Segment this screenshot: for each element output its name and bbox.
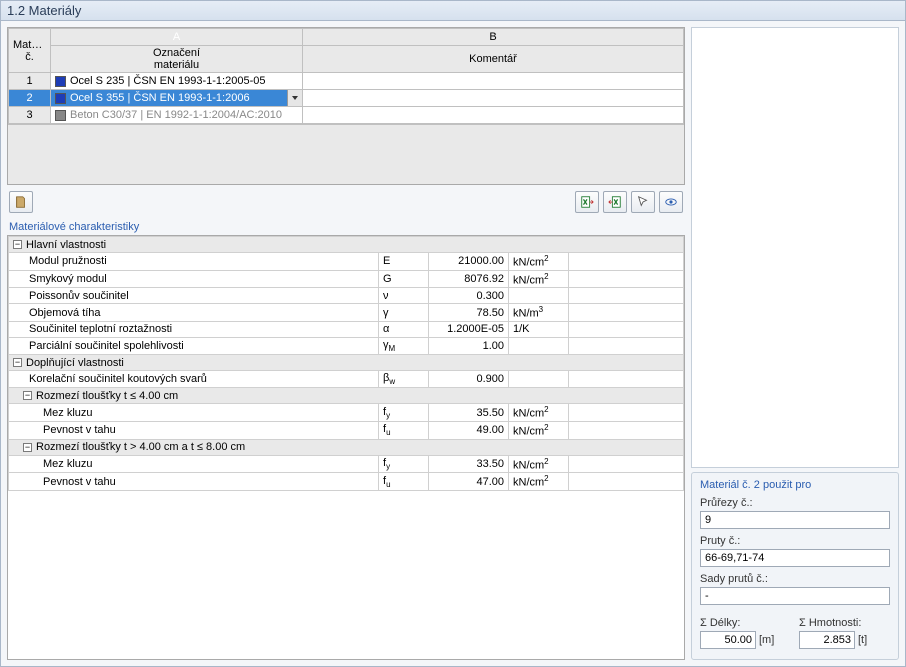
used-in-panel: Materiál č. 2 použit pro Průřezy č.: Pru… <box>691 472 899 660</box>
right-pane: Materiál č. 2 použit pro Průřezy č.: Pru… <box>691 27 899 660</box>
preview-area <box>691 27 899 468</box>
sum-mass-field[interactable] <box>799 631 855 649</box>
book-icon <box>14 195 28 209</box>
collapse-icon[interactable]: − <box>23 391 32 400</box>
prop-row: Mez kluzufy35.50kN/cm2 <box>9 404 684 422</box>
sets-field[interactable] <box>700 587 890 605</box>
sum-mass-label: Σ Hmotnosti: <box>799 617 890 629</box>
prop-row: Modul pružnostiE21000.00kN/cm2 <box>9 253 684 271</box>
prop-row: Korelační součinitel koutových svarůβw0.… <box>9 371 684 388</box>
sets-label: Sady prutů č.: <box>700 573 890 585</box>
color-swatch-icon <box>55 110 66 121</box>
cursor-icon <box>636 195 650 209</box>
grid-corner: Materiálč. <box>9 29 51 73</box>
excel-import-icon <box>580 195 594 209</box>
export-excel-button[interactable] <box>603 191 627 213</box>
grid-empty-area <box>8 124 684 184</box>
sections-label: Průřezy č.: <box>700 497 890 509</box>
prop-row: Pevnost v tahufu47.00kN/cm2 <box>9 473 684 491</box>
sections-field[interactable] <box>700 511 890 529</box>
material-dropdown-button[interactable] <box>287 90 302 106</box>
material-row[interactable]: 3 Beton C30/37 | EN 1992-1-1:2004/AC:201… <box>9 107 684 124</box>
members-field[interactable] <box>700 549 890 567</box>
row-index: 3 <box>9 107 51 124</box>
eye-icon <box>664 195 678 209</box>
prop-row: Parciální součinitel spolehlivostiγM1.00 <box>9 337 684 354</box>
col-letter-a[interactable]: A <box>51 29 303 46</box>
pick-button[interactable] <box>631 191 655 213</box>
materials-window: 1.2 Materiály Materiálč. A <box>0 0 906 667</box>
prop-row: Mez kluzufy33.50kN/cm2 <box>9 455 684 473</box>
prop-row: Objemová tíhaγ78.50kN/m3 <box>9 304 684 322</box>
material-cell-selected[interactable]: Ocel S 355 | ČSN EN 1993-1-1:2006 <box>51 90 303 107</box>
col-header-comment: Komentář <box>303 46 684 73</box>
import-excel-button[interactable] <box>575 191 599 213</box>
material-properties-grid: −Hlavní vlastnosti Modul pružnostiE21000… <box>7 235 685 660</box>
material-row[interactable]: 2 Ocel S 355 | ČSN EN 1993-1-1:2006 <box>9 90 684 107</box>
comment-cell[interactable] <box>303 107 684 124</box>
excel-export-icon <box>608 195 622 209</box>
collapse-icon[interactable]: − <box>13 358 22 367</box>
comment-cell[interactable] <box>303 90 684 107</box>
sum-mass-unit: [t] <box>858 634 867 646</box>
sum-length-unit: [m] <box>759 634 774 646</box>
left-pane: Materiálč. A B Označenímateriálu Komentá… <box>7 27 685 660</box>
prop-row: Poissonův součinitelν0.300 <box>9 288 684 304</box>
group-row[interactable]: −Doplňující vlastnosti <box>9 355 684 371</box>
used-in-title: Materiál č. 2 použit pro <box>700 479 890 491</box>
collapse-icon[interactable]: − <box>13 240 22 249</box>
prop-row: Smykový modulG8076.92kN/cm2 <box>9 270 684 288</box>
subgroup-row[interactable]: −Rozmezí tloušťky t ≤ 4.00 cm <box>9 388 684 404</box>
prop-row: Pevnost v tahufu49.00kN/cm2 <box>9 422 684 440</box>
color-swatch-icon <box>55 93 66 104</box>
row-index: 2 <box>9 90 51 107</box>
library-button[interactable] <box>9 191 33 213</box>
group-row[interactable]: −Hlavní vlastnosti <box>9 237 684 253</box>
material-row[interactable]: 1 Ocel S 235 | ČSN EN 1993-1-1:2005-05 <box>9 73 684 90</box>
props-section-title: Materiálové charakteristiky <box>7 215 685 235</box>
content-area: Materiálč. A B Označenímateriálu Komentá… <box>1 21 905 666</box>
window-title: 1.2 Materiály <box>1 1 905 21</box>
sum-length-field[interactable] <box>700 631 756 649</box>
sum-length-label: Σ Délky: <box>700 617 791 629</box>
collapse-icon[interactable]: − <box>23 443 32 452</box>
subgroup-row[interactable]: −Rozmezí tloušťky t > 4.00 cm a t ≤ 8.00… <box>9 439 684 455</box>
material-cell[interactable]: Beton C30/37 | EN 1992-1-1:2004/AC:2010 <box>51 107 303 124</box>
grid-toolbar <box>7 185 685 215</box>
prop-row: Součinitel teplotní roztažnostiα1.2000E-… <box>9 321 684 337</box>
material-cell[interactable]: Ocel S 235 | ČSN EN 1993-1-1:2005-05 <box>51 73 303 90</box>
materials-grid: Materiálč. A B Označenímateriálu Komentá… <box>7 27 685 185</box>
view-button[interactable] <box>659 191 683 213</box>
col-header-designation: Označenímateriálu <box>51 46 303 73</box>
row-index: 1 <box>9 73 51 90</box>
comment-cell[interactable] <box>303 73 684 90</box>
color-swatch-icon <box>55 76 66 87</box>
col-letter-b[interactable]: B <box>303 29 684 46</box>
members-label: Pruty č.: <box>700 535 890 547</box>
